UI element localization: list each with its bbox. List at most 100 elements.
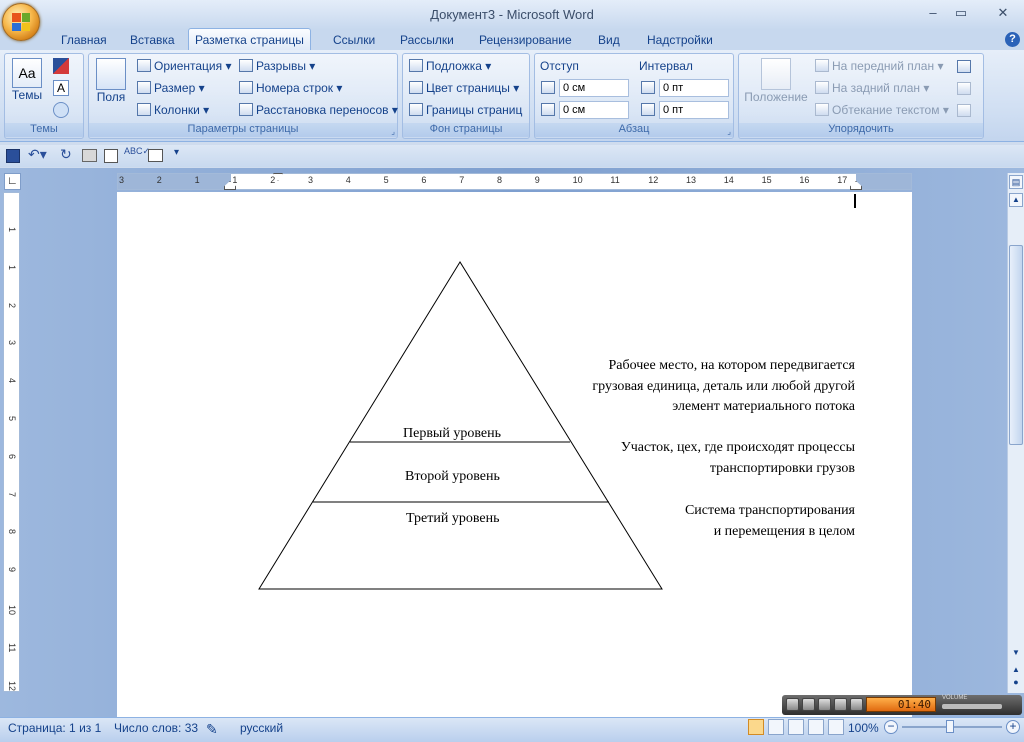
breaks-button[interactable]: Разрывы ▾ [239,57,315,75]
tab-selector-icon[interactable]: ∟ [4,173,21,190]
stop-icon[interactable] [818,698,831,711]
watermark-button[interactable]: Подложка ▾ [409,57,491,75]
document-page[interactable]: Первый уровень Второй уровень Третий уро… [117,192,912,718]
office-button[interactable] [2,3,40,41]
spacing-before-field[interactable]: 0 пт [659,79,729,97]
page-color-icon [409,81,423,94]
language-status[interactable]: русский [240,721,283,735]
office-logo-icon [12,13,30,31]
page-setup-group-label: Параметры страницы [89,123,397,137]
scroll-up-icon[interactable]: ▲ [1009,193,1023,207]
position-button[interactable]: Положение [743,58,809,104]
full-screen-reading-view-icon[interactable] [768,719,784,735]
web-layout-view-icon[interactable] [788,719,804,735]
send-back-button[interactable]: На задний план ▾ [815,79,929,97]
proofing-icon[interactable]: ✎ [206,721,218,738]
outline-view-icon[interactable] [808,719,824,735]
prev-page-icon[interactable]: ▲ [1009,665,1023,677]
page-color-button[interactable]: Цвет страницы ▾ [409,79,519,97]
indent-left-field[interactable]: 0 см [559,79,629,97]
themes-button[interactable]: Aa Темы [9,58,45,102]
browse-object-icon[interactable]: ● [1009,677,1023,689]
align-icon[interactable] [957,60,971,73]
text-wrap-button[interactable]: Обтекание текстом ▾ [815,101,949,119]
help-icon[interactable]: ? [1005,32,1020,47]
print-layout-view-icon[interactable] [748,719,764,735]
spelling-icon[interactable]: ABC✓ [124,146,150,157]
tab-page-layout[interactable]: Разметка страницы [188,28,311,51]
indent-right-field[interactable]: 0 см [559,101,629,119]
page-count-status[interactable]: Страница: 1 из 1 [8,721,101,735]
next-icon[interactable] [850,698,863,711]
annotation-level-2: Участок, цех, где происходят процессы тр… [621,438,855,479]
zoom-out-icon[interactable]: − [884,720,898,734]
margins-button[interactable]: Поля [93,58,129,104]
undo-icon[interactable]: ↶▾ [28,146,47,163]
bring-front-button[interactable]: На передний план ▾ [815,57,943,75]
scroll-down-icon[interactable]: ▼ [1009,647,1023,661]
tab-addins[interactable]: Надстройки [641,30,719,50]
ruler-tick-label: 5 [383,175,389,185]
minimize-button[interactable]: – [920,4,946,22]
vertical-ruler-tick-label: 2 [7,302,17,308]
pause-icon[interactable] [802,698,815,711]
ruler-tick-label: 7 [459,175,465,185]
theme-effects-icon[interactable] [53,102,69,118]
columns-label: Колонки [154,103,200,117]
print-icon[interactable] [82,149,97,162]
horizontal-ruler[interactable]: 3 2 1 1 2 3 4 5 6 7 8 9 10 11 12 13 14 15 16 17 [117,173,912,190]
page-setup-launcher-icon[interactable]: ⌟ [391,127,395,136]
ruler-tick-label: 1 [194,175,200,185]
draft-view-icon[interactable] [828,719,844,735]
theme-colors-icon[interactable] [53,58,69,74]
ruler-tick-label: 3 [308,175,314,185]
ruler-tick-label: 1 [232,175,238,185]
page-borders-label: Границы страниц [426,103,523,117]
customize-qat-icon[interactable]: ▾ [174,147,179,158]
page-borders-button[interactable]: Границы страниц [409,101,522,119]
tab-review[interactable]: Рецензирование [473,30,578,50]
close-button[interactable]: ✕ [990,4,1016,22]
vertical-ruler-tick-label: 6 [7,453,17,459]
theme-fonts-icon[interactable]: A [53,80,69,96]
ruler-tick-label: 4 [345,175,351,185]
rotate-icon[interactable] [957,104,971,117]
margins-label: Поля [96,90,126,104]
volume-slider[interactable] [942,704,1002,709]
tab-home[interactable]: Главная [55,30,113,50]
scrollbar-thumb[interactable] [1009,245,1023,445]
reading-mode-icon[interactable] [148,149,163,162]
ruler-tick-label: 3 [119,175,125,185]
tab-references[interactable]: Ссылки [327,30,381,50]
vertical-ruler[interactable]: 112345678910111213 [3,192,20,728]
line-numbers-button[interactable]: Номера строк ▾ [239,79,342,97]
tab-insert[interactable]: Вставка [124,30,181,50]
zoom-in-icon[interactable]: + [1006,720,1020,734]
ruler-toggle-icon[interactable]: ▤ [1009,175,1023,189]
group-icon[interactable] [957,82,971,95]
save-icon[interactable] [6,149,20,163]
redo-icon[interactable]: ↻ [60,146,72,163]
spacing-after-icon [641,103,655,116]
ruler-tick-label: 6 [421,175,427,185]
size-button[interactable]: Размер ▾ [137,79,205,97]
zoom-level[interactable]: 100% [848,721,879,735]
level-2-label: Второй уровень [405,469,500,484]
vertical-ruler-tick-label: 9 [7,567,17,573]
player-time-display: 01:40 [866,697,936,712]
maximize-button[interactable]: ▭ [948,4,974,22]
print-preview-icon[interactable] [104,149,118,163]
zoom-slider-thumb[interactable] [946,720,954,733]
vertical-scrollbar[interactable]: ▤ ▲ ▼ ▲ ● [1007,173,1024,693]
tab-view[interactable]: Вид [592,30,626,50]
themes-icon: Aa [12,58,42,88]
orientation-button[interactable]: Ориентация ▾ [137,57,231,75]
spacing-after-field[interactable]: 0 пт [659,101,729,119]
word-count-status[interactable]: Число слов: 33 [114,721,198,735]
play-icon[interactable] [786,698,799,711]
previous-icon[interactable] [834,698,847,711]
columns-button[interactable]: Колонки ▾ [137,101,209,119]
tab-mailings[interactable]: Рассылки [394,30,460,50]
paragraph-launcher-icon[interactable]: ⌟ [727,127,731,136]
hyphenation-button[interactable]: Расстановка переносов ▾ [239,101,398,119]
